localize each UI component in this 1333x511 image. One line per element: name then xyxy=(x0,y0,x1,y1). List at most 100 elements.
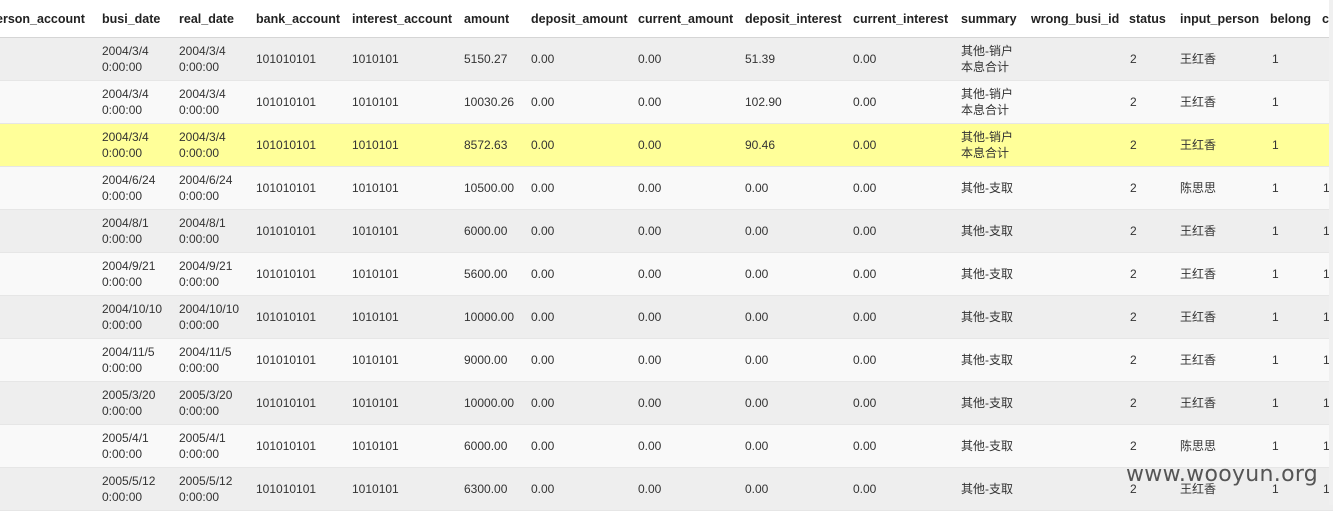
vertical-scrollbar[interactable] xyxy=(1329,0,1333,505)
table-row[interactable]: 2004/3/4 0:00:00 2004/3/4 0:00:00 101010101 1… xyxy=(0,124,1333,167)
cell-input-person: 王红香 xyxy=(1180,138,1217,152)
cell-deposit-interest: 0.00 xyxy=(745,181,769,195)
cell-deposit-amount: 0.00 xyxy=(531,95,555,109)
cell-input-person: 王红香 xyxy=(1180,95,1217,109)
cell-line: 2005/5/12 xyxy=(102,474,156,488)
header-busi-date[interactable]: busi_date xyxy=(102,0,160,37)
cell-deposit-interest: 0.00 xyxy=(745,224,769,238)
cell-current-interest: 0.00 xyxy=(853,439,877,453)
cell-deposit-amount: 0.00 xyxy=(531,224,555,238)
table-row[interactable]: 2004/3/4 0:00:00 2004/3/4 0:00:00 101010101 1… xyxy=(0,38,1333,81)
cell-deposit-interest: 0.00 xyxy=(745,353,769,367)
header-interest-account[interactable]: interest_account xyxy=(352,0,452,37)
cell-input-person: 王红香 xyxy=(1180,52,1217,66)
header-status[interactable]: status xyxy=(1129,0,1166,37)
cell-line: 0:00:00 xyxy=(102,404,143,418)
cell-line: 本息合计 xyxy=(961,60,1010,74)
cell-line: 其他-销户 xyxy=(961,44,1013,58)
table-row[interactable]: 2004/11/5 0:00:00 2004/11/5 0:00:00 10101010… xyxy=(0,339,1333,382)
cell-amount: 10030.26 xyxy=(464,95,515,109)
cell-interest-account: 1010101 xyxy=(352,95,399,109)
cell-line: 本息合计 xyxy=(961,103,1010,117)
cell-belong: 1 xyxy=(1272,310,1279,324)
header-extra[interactable]: c xyxy=(1322,0,1329,37)
cell-status: 2 xyxy=(1130,181,1137,195)
cell-input-person: 王红香 xyxy=(1180,353,1217,367)
cell-bank-account: 101010101 xyxy=(256,267,317,281)
cell-busi-date: 2005/5/12 0:00:00 xyxy=(102,468,155,510)
cell-summary: 其他-支取 xyxy=(961,296,1013,338)
cell-busi-date: 2004/11/5 0:00:00 xyxy=(102,339,155,381)
cell-interest-account: 1010101 xyxy=(352,267,399,281)
table-row[interactable]: 2004/10/10 0:00:00 2004/10/10 0:00:00 101010… xyxy=(0,296,1333,339)
cell-line: 0:00:00 xyxy=(102,318,143,332)
cell-amount: 8572.63 xyxy=(464,138,508,152)
cell-line: 2005/5/12 xyxy=(179,474,233,488)
cell-line: 0:00:00 xyxy=(179,318,220,332)
cell-line: 0:00:00 xyxy=(179,404,220,418)
cell-status: 2 xyxy=(1130,439,1137,453)
cell-real-date: 2004/10/10 0:00:00 xyxy=(179,296,239,338)
cell-line: 2005/4/1 xyxy=(102,431,149,445)
cell-current-interest: 0.00 xyxy=(853,95,877,109)
cell-input-person: 王红香 xyxy=(1180,267,1217,281)
header-deposit-interest[interactable]: deposit_interest xyxy=(745,0,842,37)
cell-bank-account: 101010101 xyxy=(256,482,317,496)
cell-line: 2004/10/10 xyxy=(179,302,240,316)
cell-deposit-interest: 0.00 xyxy=(745,267,769,281)
cell-current-amount: 0.00 xyxy=(638,482,662,496)
header-belong[interactable]: belong xyxy=(1270,0,1311,37)
header-real-date[interactable]: real_date xyxy=(179,0,234,37)
cell-line: 0:00:00 xyxy=(102,361,143,375)
cell-current-interest: 0.00 xyxy=(853,353,877,367)
header-wrong-busi-id[interactable]: wrong_busi_id xyxy=(1031,0,1119,37)
cell-line: 0:00:00 xyxy=(102,146,143,160)
header-bank-account[interactable]: bank_account xyxy=(256,0,340,37)
header-current-amount[interactable]: current_amount xyxy=(638,0,733,37)
header-deposit-amount[interactable]: deposit_amount xyxy=(531,0,628,37)
cell-summary: 其他-支取 xyxy=(961,253,1013,295)
cell-line: 本息合计 xyxy=(961,146,1010,160)
cell-line: 0:00:00 xyxy=(179,60,220,74)
cell-current-interest: 0.00 xyxy=(853,224,877,238)
cell-input-person: 陈思思 xyxy=(1180,181,1217,195)
cell-status: 2 xyxy=(1130,267,1137,281)
cell-interest-account: 1010101 xyxy=(352,138,399,152)
cell-line: 2004/3/4 xyxy=(102,130,149,144)
cell-line: 2004/3/4 xyxy=(179,130,226,144)
cell-amount: 5600.00 xyxy=(464,267,508,281)
cell-line: 0:00:00 xyxy=(102,447,143,461)
cell-line: 其他-销户 xyxy=(961,130,1013,144)
cell-current-interest: 0.00 xyxy=(853,310,877,324)
header-current-interest[interactable]: current_interest xyxy=(853,0,948,37)
cell-busi-date: 2004/3/4 0:00:00 xyxy=(102,38,149,80)
table-row[interactable]: 2004/9/21 0:00:00 2004/9/21 0:00:00 10101010… xyxy=(0,253,1333,296)
table-row[interactable]: 2004/8/1 0:00:00 2004/8/1 0:00:00 101010101 1… xyxy=(0,210,1333,253)
cell-line: 2004/10/10 xyxy=(102,302,163,316)
table-row[interactable]: 2005/3/20 0:00:00 2005/3/20 0:00:00 10101010… xyxy=(0,382,1333,425)
table-row[interactable]: 2004/6/24 0:00:00 2004/6/24 0:00:00 10101010… xyxy=(0,167,1333,210)
header-person-account[interactable]: erson_account xyxy=(0,0,85,37)
cell-busi-date: 2004/10/10 0:00:00 xyxy=(102,296,162,338)
cell-status: 2 xyxy=(1130,138,1137,152)
header-summary[interactable]: summary xyxy=(961,0,1017,37)
cell-deposit-amount: 0.00 xyxy=(531,353,555,367)
header-amount[interactable]: amount xyxy=(464,0,509,37)
cell-line: 0:00:00 xyxy=(179,275,220,289)
table-header: erson_account busi_date real_date bank_a… xyxy=(0,0,1333,38)
cell-bank-account: 101010101 xyxy=(256,52,317,66)
cell-current-amount: 0.00 xyxy=(638,439,662,453)
cell-interest-account: 1010101 xyxy=(352,52,399,66)
cell-line: 2004/3/4 xyxy=(179,44,226,58)
cell-current-amount: 0.00 xyxy=(638,138,662,152)
cell-current-interest: 0.00 xyxy=(853,181,877,195)
table-row[interactable]: 2004/3/4 0:00:00 2004/3/4 0:00:00 101010101 1… xyxy=(0,81,1333,124)
cell-line: 其他-支取 xyxy=(961,267,1013,281)
cell-busi-date: 2004/9/21 0:00:00 xyxy=(102,253,155,295)
cell-line: 2004/3/4 xyxy=(179,87,226,101)
header-input-person[interactable]: input_person xyxy=(1180,0,1259,37)
cell-bank-account: 101010101 xyxy=(256,353,317,367)
cell-deposit-amount: 0.00 xyxy=(531,138,555,152)
cell-deposit-amount: 0.00 xyxy=(531,482,555,496)
cell-status: 2 xyxy=(1130,353,1137,367)
